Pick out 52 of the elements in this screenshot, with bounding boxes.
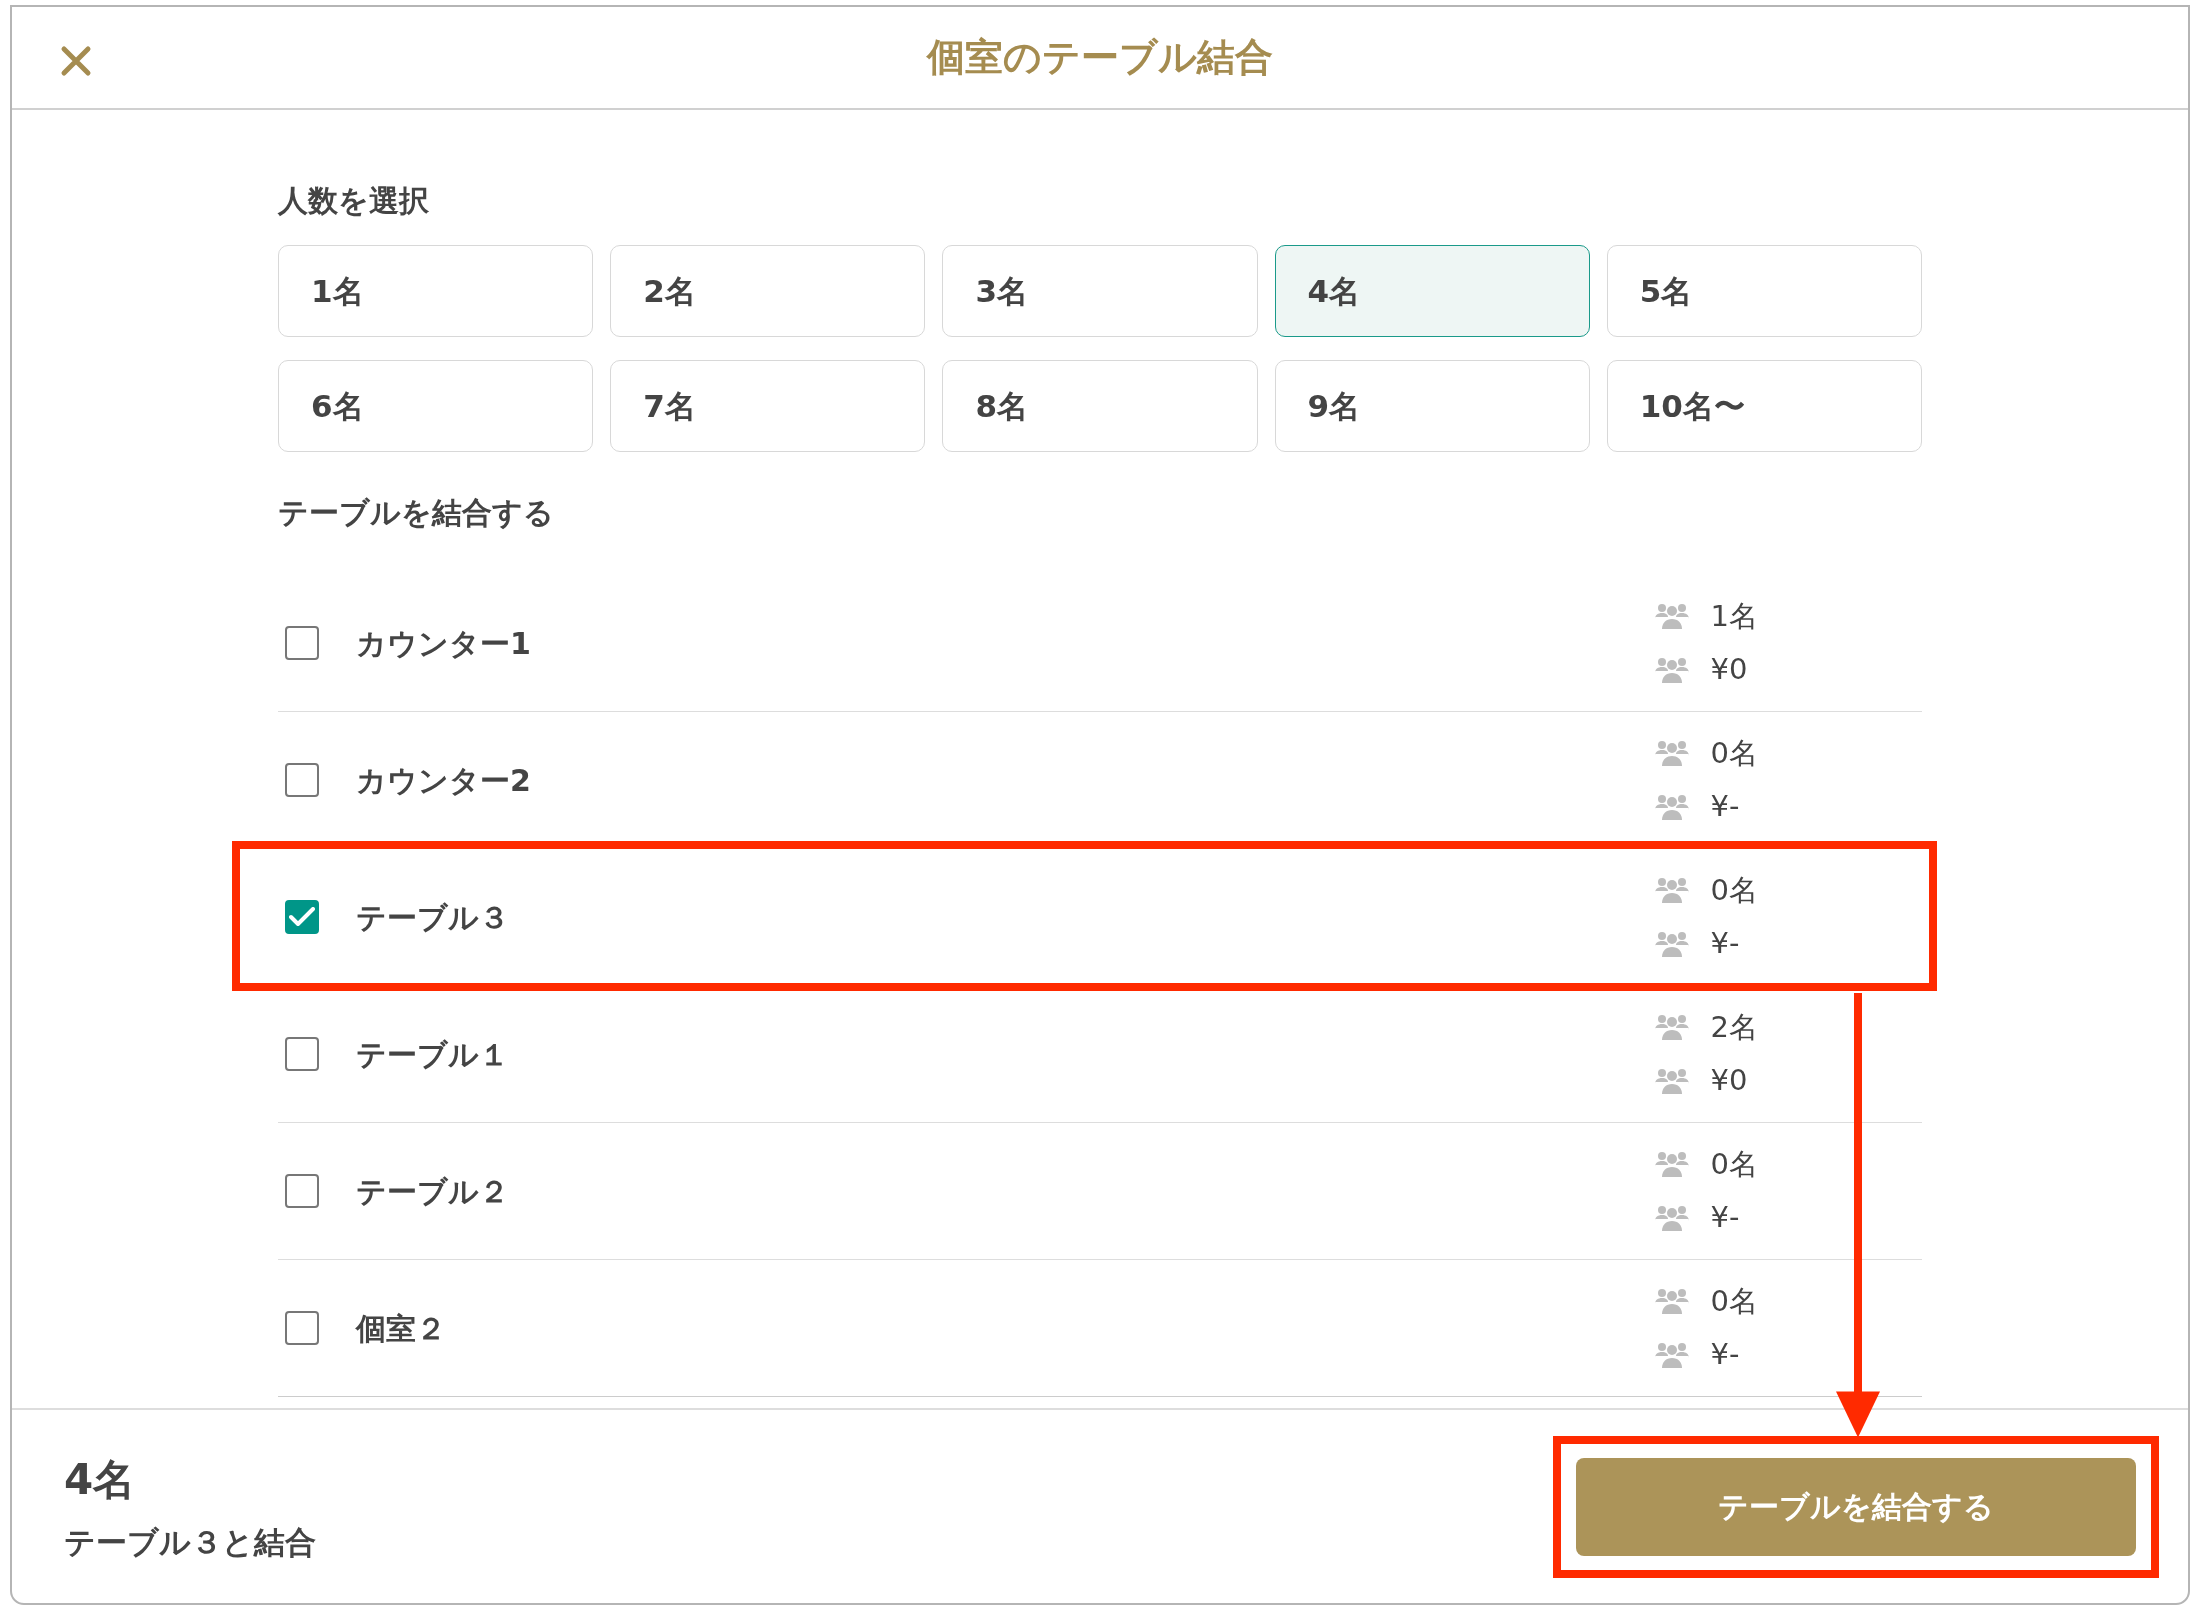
table-name: テーブル１ [356,1035,509,1074]
guest-count: 2名 [1710,1008,1758,1046]
table-name: 個室２ [356,1309,446,1348]
table-name: テーブル３ [356,898,509,937]
people-icon [1654,877,1689,904]
guest-count: 1名 [1710,597,1758,635]
guest-count: 0名 [1710,734,1758,772]
party-size-option[interactable]: 1名 [278,245,594,337]
party-size-option[interactable]: 5名 [1606,245,1922,337]
party-size-option[interactable]: 3名 [942,245,1258,337]
close-icon[interactable] [60,45,92,77]
guest-count: 0名 [1710,871,1758,909]
people-icon [1654,1204,1689,1231]
party-count: 4名 [64,1453,137,1506]
people-icon [1654,1151,1689,1178]
dialog-title: 個室のテーブル結合 [927,34,1273,81]
amount-text: ¥- [1710,925,1740,962]
table-name: カウンター1 [356,624,531,663]
checkbox[interactable] [285,763,319,797]
people-icon [1654,1014,1689,1041]
checkbox[interactable] [285,626,319,660]
guest-count: 0名 [1710,1282,1758,1320]
table-name: カウンター2 [356,761,531,800]
checkbox[interactable] [285,1037,319,1071]
join-summary: テーブル３と結合 [64,1522,316,1562]
party-size-option[interactable]: 8名 [942,360,1258,452]
amount-text: ¥0 [1710,651,1748,688]
guest-count: 0名 [1710,1145,1758,1183]
party-size-option[interactable]: 9名 [1274,360,1590,452]
party-size-option[interactable]: 7名 [610,360,926,452]
party-size-option[interactable]: 6名 [278,360,594,452]
checkbox[interactable] [285,1311,319,1345]
people-icon [1654,603,1689,630]
people-icon [1654,930,1689,957]
checkbox[interactable] [285,900,319,934]
people-icon [1654,656,1689,683]
party-size-option[interactable]: 4名 [1274,245,1590,337]
people-icon [1654,740,1689,767]
amount-text: ¥- [1710,1336,1740,1373]
amount-text: ¥- [1710,1199,1740,1236]
party-size-option[interactable]: 2名 [610,245,926,337]
checkbox[interactable] [285,1174,319,1208]
party-size-option[interactable]: 10名〜 [1606,360,1922,452]
amount-text: ¥0 [1710,1062,1748,1099]
people-icon [1654,793,1689,820]
people-icon [1654,1341,1689,1368]
people-icon [1654,1067,1689,1094]
people-icon [1654,1288,1689,1315]
section-label: 人数を選択 [278,182,430,220]
table-name: テーブル２ [356,1172,509,1211]
amount-text: ¥- [1710,788,1740,825]
section-label: テーブルを結合する [278,494,555,532]
